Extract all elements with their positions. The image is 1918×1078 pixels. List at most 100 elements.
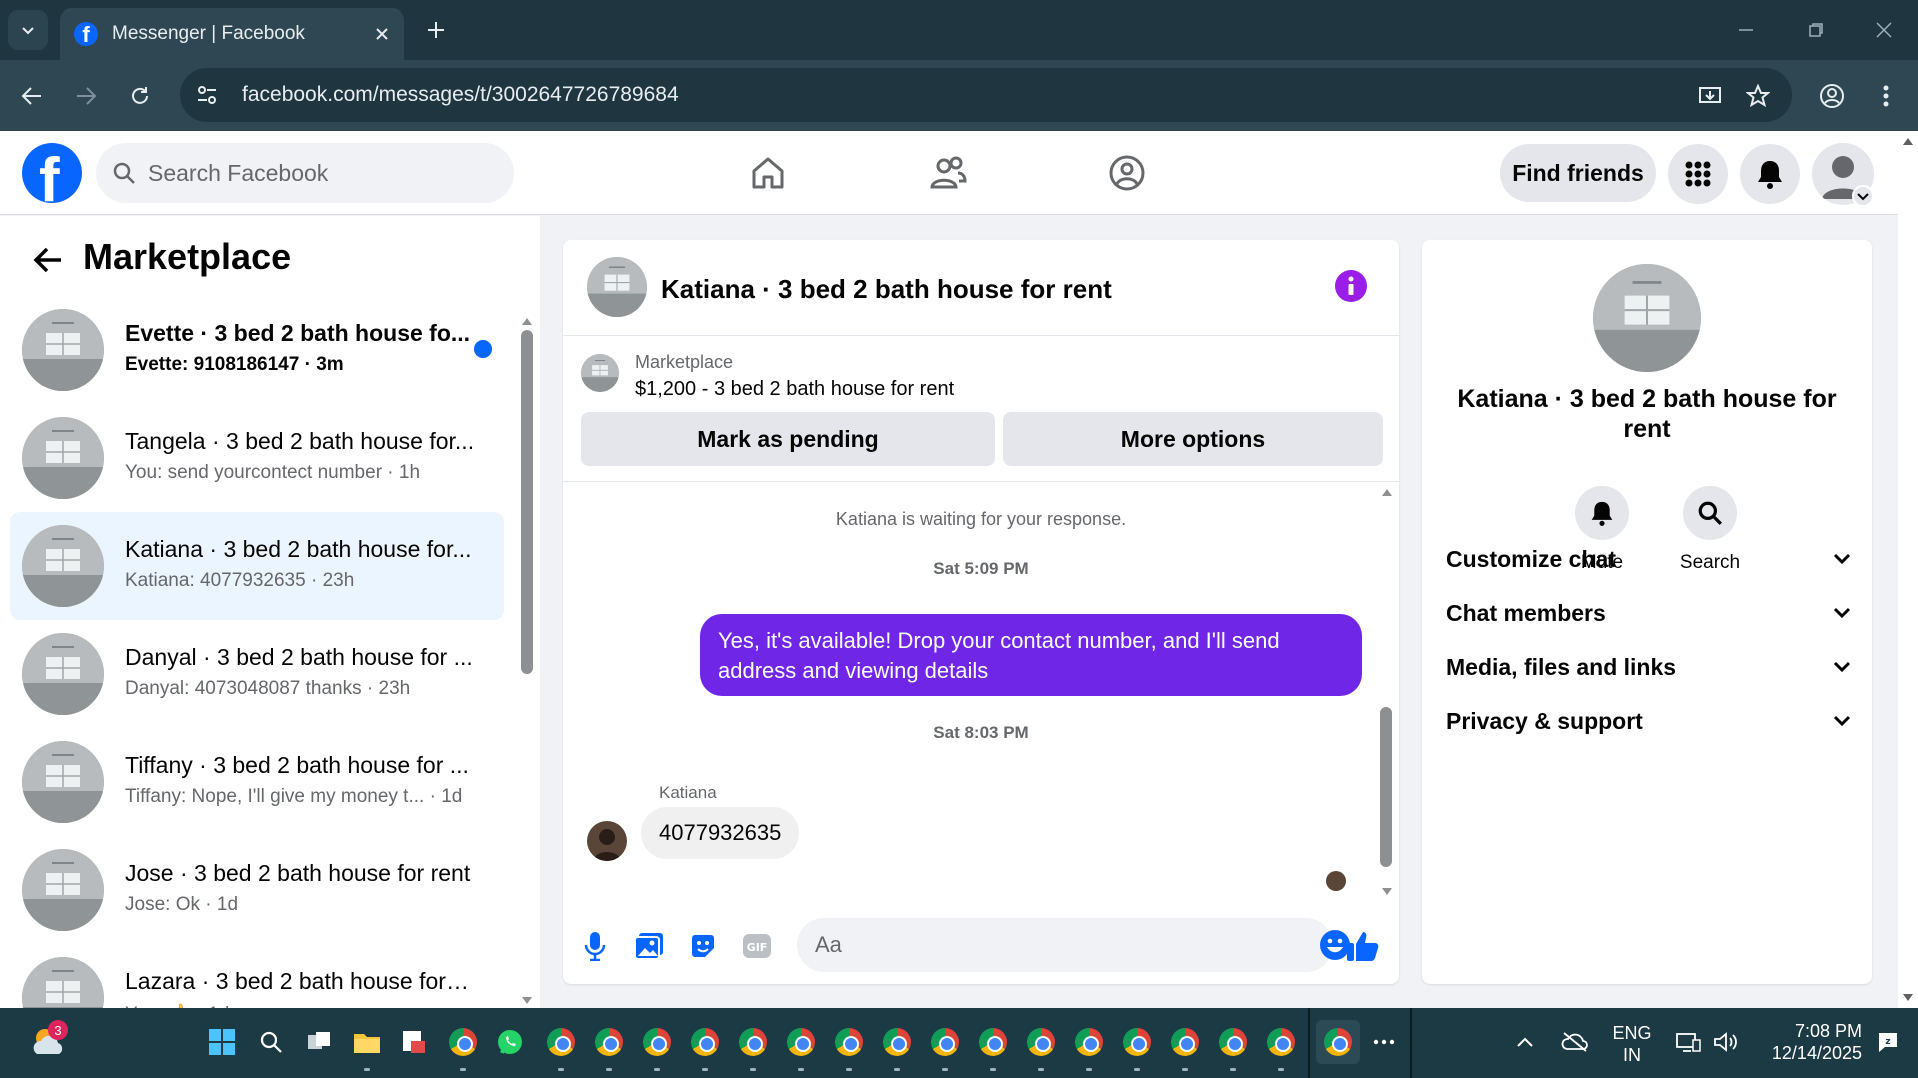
new-tab-button[interactable] xyxy=(420,14,452,46)
outgoing-message[interactable]: Yes, it's available! Drop your contact n… xyxy=(700,614,1362,696)
taskbar-search-button[interactable] xyxy=(251,1022,291,1062)
thread-scrollbar[interactable] xyxy=(1379,483,1393,908)
conversation-avatar[interactable] xyxy=(22,309,104,391)
restore-button[interactable] xyxy=(1786,12,1846,48)
reload-button[interactable] xyxy=(120,76,160,116)
search-input[interactable] xyxy=(148,159,478,187)
site-info-button[interactable] xyxy=(184,72,230,118)
chrome-taskbar-button[interactable] xyxy=(829,1022,869,1071)
chrome-taskbar-button[interactable] xyxy=(733,1022,773,1071)
conversation-avatar[interactable] xyxy=(22,417,104,499)
task-view-button[interactable] xyxy=(299,1022,339,1062)
scroll-down-icon[interactable] xyxy=(520,996,534,1006)
chrome-taskbar-button[interactable] xyxy=(1165,1022,1205,1071)
page-scrollbar[interactable] xyxy=(1898,131,1918,1008)
file-explorer-button[interactable] xyxy=(347,1022,387,1071)
conversation-item[interactable]: Lazara · 3 bed 2 bath house for r...You:… xyxy=(10,944,504,1008)
chrome-taskbar-button[interactable] xyxy=(781,1022,821,1071)
snipping-tool-button[interactable] xyxy=(394,1022,434,1062)
conversation-avatar[interactable] xyxy=(1593,264,1701,372)
conversation-item[interactable]: Tiffany · 3 bed 2 bath house for ... Tiff… xyxy=(10,728,504,836)
voice-clip-button[interactable] xyxy=(577,928,613,964)
attach-media-button[interactable] xyxy=(631,928,667,964)
scroll-up-icon[interactable] xyxy=(1901,136,1915,146)
bookmark-button[interactable] xyxy=(1738,76,1778,116)
forward-button[interactable] xyxy=(66,76,106,116)
menu-button[interactable] xyxy=(1668,144,1728,204)
chrome-taskbar-button[interactable] xyxy=(1069,1022,1109,1071)
browser-menu-button[interactable] xyxy=(1866,76,1906,116)
language-indicator[interactable]: ENG IN xyxy=(1604,1022,1660,1066)
start-button[interactable] xyxy=(202,1022,242,1062)
chrome-taskbar-button[interactable] xyxy=(973,1022,1013,1071)
listing-thumbnail[interactable] xyxy=(581,354,619,392)
account-chevron-icon[interactable] xyxy=(1852,185,1874,207)
browser-tab-messenger[interactable]: f Messenger | Facebook xyxy=(60,8,404,60)
weather-widget[interactable]: 3 xyxy=(26,1020,72,1062)
taskbar-overflow-button[interactable] xyxy=(1364,1022,1404,1062)
conversation-avatar[interactable] xyxy=(22,957,104,1008)
conversation-scrollbar[interactable] xyxy=(520,316,533,1006)
groups-nav-button[interactable] xyxy=(1097,143,1157,203)
chrome-taskbar-button[interactable] xyxy=(1021,1022,1061,1071)
conversation-item[interactable]: Evette · 3 bed 2 bath house fo... Evette:… xyxy=(10,296,504,404)
listing-price[interactable]: $1,200 - 3 bed 2 bath house for rent xyxy=(635,378,954,401)
address-bar[interactable]: facebook.com/messages/t/3002647726789684 xyxy=(180,68,1792,122)
conversation-info-button[interactable] xyxy=(1335,270,1367,302)
back-button[interactable] xyxy=(12,76,52,116)
message-input[interactable] xyxy=(815,932,1275,958)
scroll-up-icon[interactable] xyxy=(1380,487,1394,497)
url-text[interactable]: facebook.com/messages/t/3002647726789684 xyxy=(242,83,679,107)
conversation-avatar[interactable] xyxy=(22,849,104,931)
chrome-taskbar-button[interactable] xyxy=(1117,1022,1157,1071)
conversation-avatar[interactable] xyxy=(22,525,104,607)
mark-as-pending-button[interactable]: Mark as pending xyxy=(581,412,995,466)
install-app-button[interactable] xyxy=(1690,76,1730,116)
conversation-item[interactable]: Jose · 3 bed 2 bath house for rent Jose: … xyxy=(10,836,504,944)
conversation-item[interactable]: Katiana · 3 bed 2 bath house for... Katia… xyxy=(10,512,504,620)
facebook-logo[interactable]: f xyxy=(22,143,82,203)
chrome-taskbar-button[interactable] xyxy=(1261,1022,1301,1071)
chrome-taskbar-button-active[interactable] xyxy=(1316,1020,1360,1064)
sender-avatar[interactable] xyxy=(587,821,627,861)
facebook-search[interactable] xyxy=(96,143,514,203)
minimize-button[interactable] xyxy=(1716,12,1776,48)
info-section-privacy-support[interactable]: Privacy & support xyxy=(1446,696,1852,746)
incoming-message[interactable]: 4077932635 xyxy=(641,807,800,859)
clock[interactable]: 7:08 PM 12/14/2025 xyxy=(1752,1020,1862,1064)
chrome-taskbar-button[interactable] xyxy=(1213,1022,1253,1071)
message-input-field[interactable] xyxy=(797,918,1350,972)
conversation-avatar[interactable] xyxy=(22,741,104,823)
friends-nav-button[interactable] xyxy=(918,143,978,203)
volume-button[interactable] xyxy=(1706,1022,1746,1062)
find-friends-button[interactable]: Find friends xyxy=(1500,144,1656,202)
close-window-button[interactable] xyxy=(1854,12,1914,48)
gif-button[interactable]: GIF xyxy=(739,928,775,964)
send-like-button[interactable] xyxy=(1343,928,1383,964)
home-nav-button[interactable] xyxy=(738,143,798,203)
conversation-item[interactable]: Tangela · 3 bed 2 bath house for... You: … xyxy=(10,404,504,512)
notifications-button[interactable] xyxy=(1740,144,1800,204)
network-button[interactable] xyxy=(1668,1022,1708,1062)
chrome-taskbar-button[interactable] xyxy=(637,1022,677,1071)
chat-avatar[interactable] xyxy=(587,257,647,317)
scroll-down-icon[interactable] xyxy=(1901,993,1915,1003)
chat-title[interactable]: Katiana · 3 bed 2 bath house for rent xyxy=(661,274,1112,305)
search-in-conversation-button[interactable] xyxy=(1683,486,1737,540)
scroll-up-icon[interactable] xyxy=(520,316,534,326)
chrome-taskbar-button[interactable] xyxy=(589,1022,629,1071)
back-to-chats-button[interactable] xyxy=(28,240,68,280)
chrome-taskbar-button[interactable] xyxy=(685,1022,725,1071)
conversation-item[interactable]: Danyal · 3 bed 2 bath house for ... Danya… xyxy=(10,620,504,728)
chrome-taskbar-button[interactable] xyxy=(541,1022,581,1071)
profile-button[interactable] xyxy=(1812,76,1852,116)
chrome-taskbar-button[interactable] xyxy=(877,1022,917,1071)
whatsapp-button[interactable] xyxy=(490,1022,530,1062)
mute-button[interactable] xyxy=(1575,486,1629,540)
tab-search-button[interactable] xyxy=(8,10,48,50)
scroll-thumb[interactable] xyxy=(521,330,533,674)
chrome-taskbar-button[interactable] xyxy=(925,1022,965,1071)
info-section-chat-members[interactable]: Chat members xyxy=(1446,588,1852,638)
scroll-down-icon[interactable] xyxy=(1380,887,1394,897)
scroll-thumb[interactable] xyxy=(1380,707,1392,867)
